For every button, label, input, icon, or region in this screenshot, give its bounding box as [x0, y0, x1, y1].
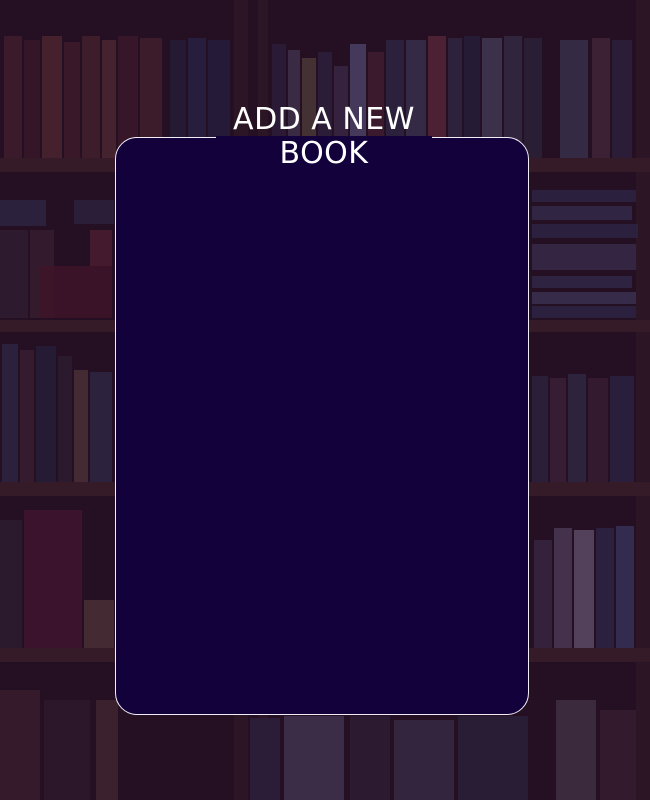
add-book-form-panel [115, 137, 529, 715]
page: ADD A NEW BOOK [0, 0, 650, 800]
form-title-container: ADD A NEW BOOK [216, 103, 432, 171]
form-title: ADD A NEW BOOK [233, 102, 415, 171]
